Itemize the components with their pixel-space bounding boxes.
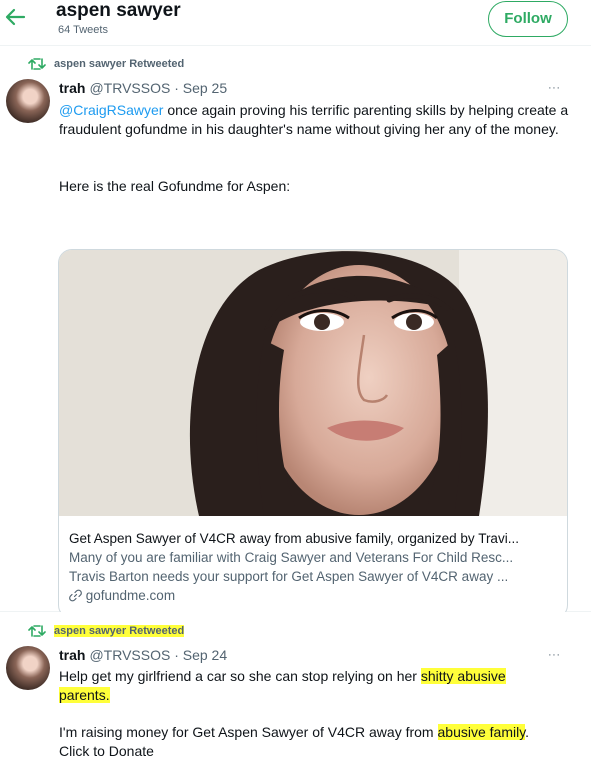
profile-name: aspen sawyer xyxy=(56,0,181,21)
avatar[interactable] xyxy=(6,646,50,690)
more-options-icon[interactable]: ··· xyxy=(548,82,561,94)
avatar[interactable] xyxy=(6,79,50,123)
tweet[interactable]: aspen sawyer Retweeted trah @TRVSSOS · Se… xyxy=(0,46,591,646)
tweet-text-part: . xyxy=(525,724,530,740)
highlighted-text: abusive family xyxy=(437,724,526,740)
tweet-text-part: I'm raising money for Get Aspen Sawyer o… xyxy=(59,724,438,740)
retweet-icon xyxy=(28,58,46,70)
tweet-text-part: Help get my girlfriend a car so she can … xyxy=(59,668,417,684)
card-description: Travis Barton needs your support for Get… xyxy=(69,569,509,584)
author-name[interactable]: trah xyxy=(59,80,85,96)
link-icon xyxy=(69,589,82,602)
portrait-photo xyxy=(59,250,567,516)
highlighted-text: shitty abusive xyxy=(420,668,506,684)
back-arrow-icon[interactable] xyxy=(4,6,26,28)
card-image xyxy=(59,250,567,516)
tweet[interactable]: aspen sawyer Retweeted trah @TRVSSOS · Se… xyxy=(0,612,591,767)
follow-button[interactable]: Follow xyxy=(488,1,568,37)
highlighted-text: parents. xyxy=(59,687,110,703)
author-name[interactable]: trah xyxy=(59,647,85,663)
card-description: Many of you are familiar with Craig Sawy… xyxy=(69,550,514,565)
author-handle[interactable]: @TRVSSOS · Sep 25 xyxy=(89,80,227,96)
retweet-label: aspen sawyer Retweeted xyxy=(54,58,185,70)
tweet-author[interactable]: trah @TRVSSOS · Sep 25 xyxy=(59,80,227,96)
tweet-text: Help get my girlfriend a car so she can … xyxy=(59,667,581,705)
card-title: Get Aspen Sawyer of V4CR away from abusi… xyxy=(69,531,519,546)
tweet-text: @CraigRSawyer once again proving his ter… xyxy=(59,101,581,139)
tweet-text-line: I'm raising money for Get Aspen Sawyer o… xyxy=(59,723,581,742)
more-options-icon[interactable]: ··· xyxy=(548,649,561,661)
link-card[interactable]: Get Aspen Sawyer of V4CR away from abusi… xyxy=(58,249,568,619)
tweet-count: 64 Tweets xyxy=(58,24,108,36)
retweet-label: aspen sawyer Retweeted xyxy=(54,625,185,637)
card-domain: gofundme.com xyxy=(69,586,559,605)
author-handle[interactable]: @TRVSSOS · Sep 24 xyxy=(89,647,227,663)
card-text: Get Aspen Sawyer of V4CR away from abusi… xyxy=(69,529,559,605)
card-domain-text: gofundme.com xyxy=(85,588,176,603)
tweet-text-line: Here is the real Gofundme for Aspen: xyxy=(59,178,291,194)
tweet-author[interactable]: trah @TRVSSOS · Sep 24 xyxy=(59,647,227,663)
mention-link[interactable]: @CraigRSawyer xyxy=(59,102,163,118)
retweet-icon xyxy=(28,625,46,637)
tweet-text-line: Click to Donate xyxy=(59,743,154,759)
profile-header: aspen sawyer 64 Tweets Follow xyxy=(0,0,591,46)
